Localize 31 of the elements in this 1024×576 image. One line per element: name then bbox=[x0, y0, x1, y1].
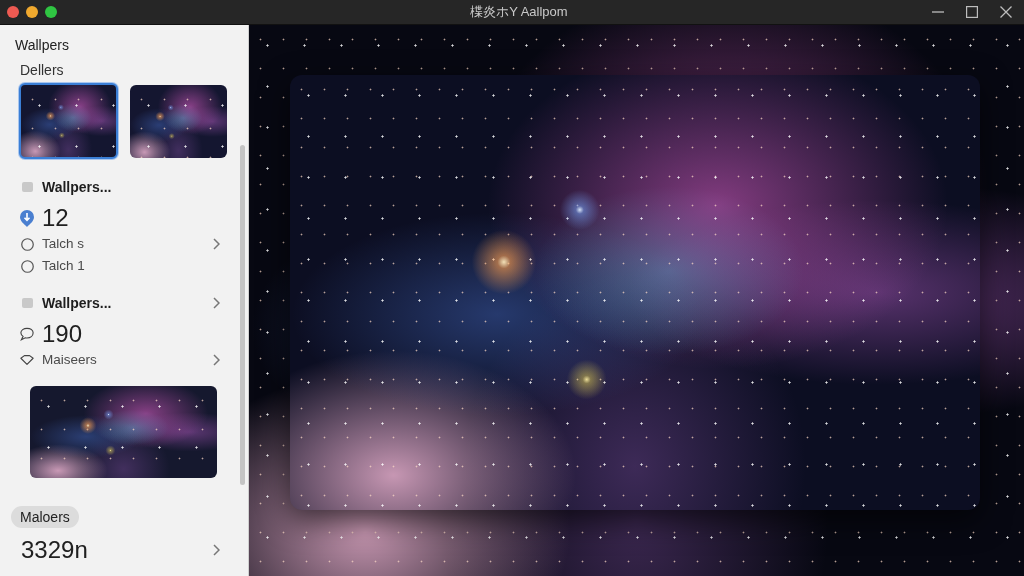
item-label: Maiseers bbox=[42, 351, 97, 369]
square-icon bbox=[21, 298, 33, 308]
chevron-icon[interactable] bbox=[213, 354, 220, 366]
minimize-button[interactable] bbox=[26, 6, 38, 18]
circle-icon bbox=[20, 237, 34, 251]
section-label: Dellers bbox=[20, 61, 64, 80]
diamond-icon bbox=[20, 354, 34, 366]
maximize-button[interactable] bbox=[966, 6, 978, 18]
option-label: Talch 1 bbox=[42, 257, 85, 275]
photo-thumbnail[interactable] bbox=[130, 84, 227, 158]
chevron-icon[interactable] bbox=[213, 297, 220, 309]
tag-chip[interactable]: Maloers bbox=[11, 506, 79, 528]
close-button[interactable] bbox=[7, 6, 19, 18]
maximize-button[interactable] bbox=[45, 6, 57, 18]
chevron-icon[interactable] bbox=[213, 238, 220, 250]
chevron-icon[interactable] bbox=[213, 544, 220, 556]
count-value: 190 bbox=[42, 320, 83, 348]
speech-bubble-icon bbox=[20, 327, 34, 341]
circle-icon bbox=[20, 259, 34, 273]
group-label: Wallpers... bbox=[42, 178, 112, 196]
square-icon bbox=[21, 182, 33, 192]
photo-thumbnail[interactable] bbox=[19, 83, 118, 159]
count-value: 12 bbox=[42, 204, 69, 232]
group-label: Wallpers... bbox=[42, 294, 112, 312]
pin-icon bbox=[20, 209, 34, 227]
scrollbar[interactable] bbox=[240, 145, 245, 485]
option-label: Talch s bbox=[42, 235, 85, 253]
sidebar-title: Wallpers bbox=[15, 36, 69, 55]
window-title: 楪炎ホY Aallpom bbox=[469, 4, 568, 20]
close-button[interactable] bbox=[1000, 6, 1012, 18]
total-value: 3329n bbox=[21, 536, 88, 564]
